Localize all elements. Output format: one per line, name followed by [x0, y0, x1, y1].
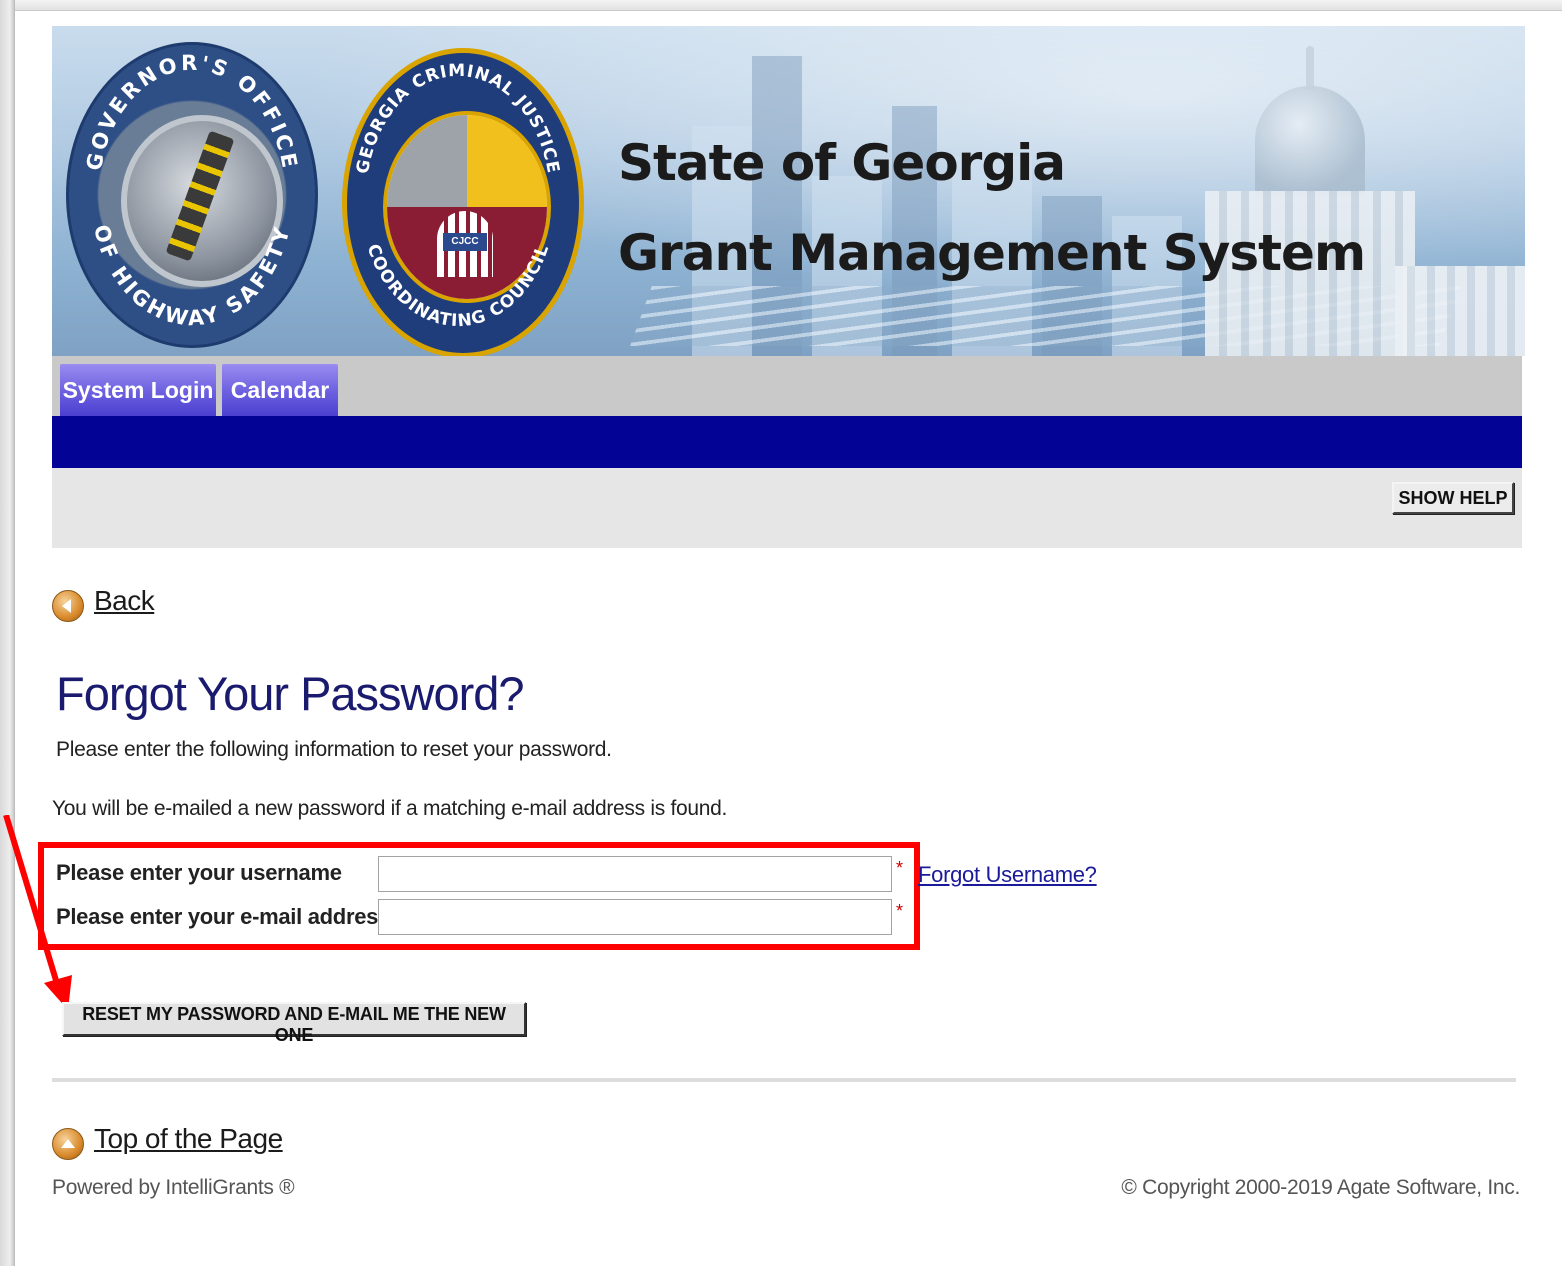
- required-marker: *: [896, 858, 904, 878]
- header-banner: GOVERNOR'S OFFICE OF HIGHWAY SAFETY CJCC…: [52, 26, 1525, 356]
- back-arrow-icon[interactable]: [52, 590, 84, 622]
- criminal-justice-seal: CJCC GEORGIA CRIMINAL JUSTICE COORDINATI…: [342, 48, 584, 356]
- forgot-username-link[interactable]: Forgot Username?: [918, 862, 1097, 888]
- site-title: State of Georgia Grant Management System: [618, 118, 1366, 298]
- tab-system-login[interactable]: System Login: [60, 364, 216, 416]
- svg-text:GEORGIA CRIMINAL JUSTICE: GEORGIA CRIMINAL JUSTICE: [353, 61, 563, 176]
- seal-ring-text: GOVERNOR'S OFFICE OF HIGHWAY SAFETY: [82, 51, 303, 331]
- show-help-button[interactable]: SHOW HELP: [1392, 482, 1514, 514]
- annotation-arrow-icon: [3, 815, 72, 1010]
- capitol-wing: [1395, 266, 1525, 356]
- username-input[interactable]: [378, 856, 892, 892]
- required-marker: *: [896, 901, 904, 921]
- svg-text:GOVERNOR'S OFFICE: GOVERNOR'S OFFICE: [82, 51, 303, 173]
- seal-top-text: GOVERNOR'S OFFICE: [82, 51, 300, 173]
- seal-ring-text: GEORGIA CRIMINAL JUSTICE COORDINATING CO…: [353, 61, 563, 331]
- nav-band: [52, 416, 1522, 468]
- intro-text: Please enter the following information t…: [56, 738, 612, 761]
- note-text: You will be e-mailed a new password if a…: [52, 797, 728, 820]
- window-left-gutter: [0, 0, 15, 1266]
- username-label: Please enter your username: [56, 860, 342, 885]
- reset-password-button[interactable]: RESET MY PASSWORD AND E-MAIL ME THE NEW …: [62, 1002, 526, 1045]
- capitol-spire: [1306, 46, 1314, 90]
- seal-bottom-text: COORDINATING COUNCIL: [362, 241, 552, 331]
- window-top-border: [0, 0, 1562, 11]
- seal-top-text: GEORGIA CRIMINAL JUSTICE: [353, 61, 562, 176]
- seal-bottom-text: OF HIGHWAY SAFETY: [89, 222, 292, 331]
- up-arrow-icon[interactable]: [52, 1128, 84, 1160]
- email-input[interactable]: [378, 899, 892, 935]
- tab-bar: System Login Calendar: [52, 356, 1522, 416]
- footer-divider: [52, 1078, 1516, 1082]
- copyright-text: © Copyright 2000-2019 Agate Software, In…: [1121, 1176, 1520, 1199]
- back-link[interactable]: Back: [94, 585, 155, 617]
- svg-text:COORDINATING COUNCIL: COORDINATING COUNCIL: [362, 241, 553, 331]
- powered-by-text: Powered by IntelliGrants ®: [52, 1176, 295, 1199]
- help-bar: SHOW HELP: [52, 468, 1522, 548]
- email-label: Please enter your e-mail address: [56, 904, 391, 929]
- page-title: Forgot Your Password?: [56, 667, 525, 720]
- svg-text:OF HIGHWAY SAFETY: OF HIGHWAY SAFETY: [89, 222, 295, 331]
- top-of-page-link[interactable]: Top of the Page: [94, 1123, 283, 1155]
- site-title-line2: Grant Management System: [618, 224, 1366, 282]
- tab-calendar[interactable]: Calendar: [222, 364, 338, 416]
- highway-safety-seal: GOVERNOR'S OFFICE OF HIGHWAY SAFETY: [66, 42, 318, 348]
- site-title-line1: State of Georgia: [618, 134, 1066, 192]
